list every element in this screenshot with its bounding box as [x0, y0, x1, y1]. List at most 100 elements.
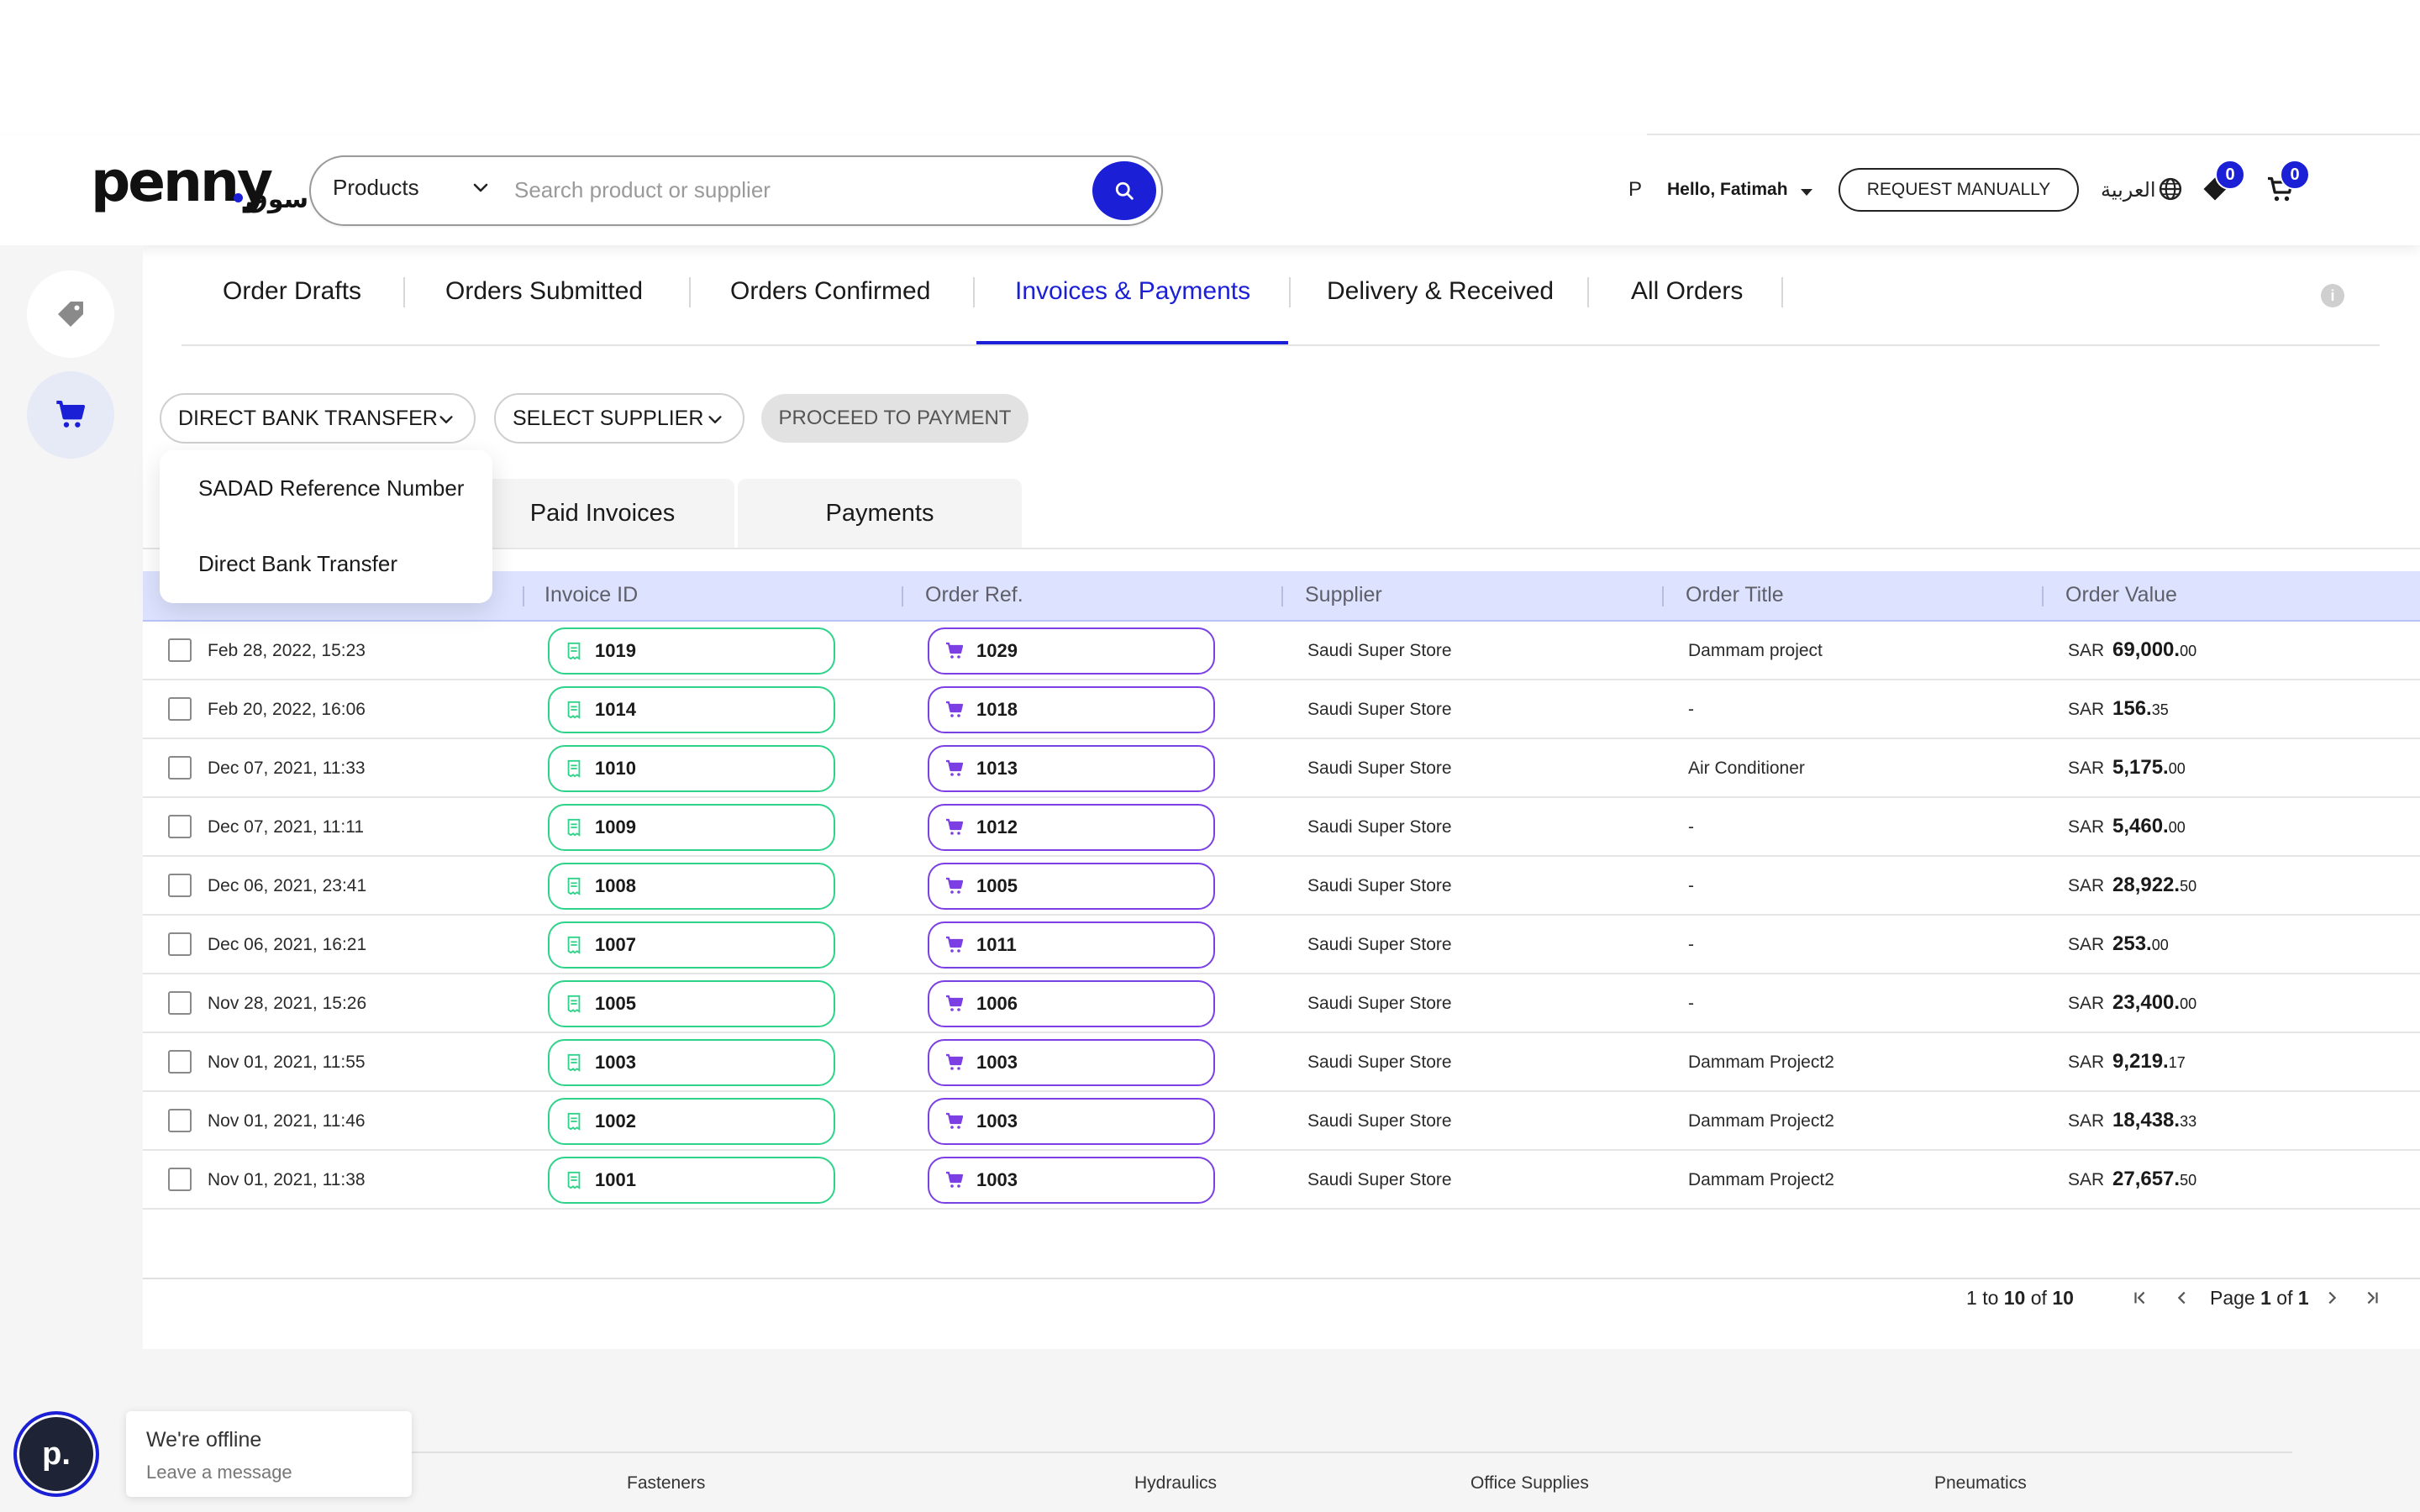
order-ref-pill[interactable]: 1011	[928, 921, 1215, 969]
row-currency: SAR	[2068, 1170, 2105, 1189]
rail-orders-button[interactable]	[27, 371, 114, 459]
next-page-icon[interactable]	[2323, 1289, 2341, 1311]
order-ref: 1005	[976, 875, 1018, 896]
dropdown-option-sadad[interactable]: SADAD Reference Number	[198, 475, 464, 501]
language-switch[interactable]: العربية	[2101, 178, 2156, 202]
first-page-icon[interactable]	[2131, 1289, 2149, 1311]
amount-cents: 00	[2168, 819, 2186, 836]
row-checkbox[interactable]	[168, 932, 192, 956]
amount-main: 253.	[2112, 932, 2152, 955]
column-header-invoice-id[interactable]: Invoice ID	[544, 583, 638, 607]
invoice-id-pill[interactable]: 1019	[548, 627, 835, 675]
invoice-id-pill[interactable]: 1008	[548, 863, 835, 910]
tab-order-drafts[interactable]: Order Drafts	[223, 277, 361, 306]
invoice-id-pill[interactable]: 1001	[548, 1157, 835, 1204]
invoice-id-pill[interactable]: 1009	[548, 804, 835, 851]
receipt-icon	[567, 995, 581, 1013]
chat-avatar[interactable]: p.	[13, 1411, 99, 1497]
order-ref-pill[interactable]: 1003	[928, 1098, 1215, 1145]
chevron-down-icon[interactable]	[471, 178, 491, 202]
row-order-value: 69,000.00	[2112, 638, 2196, 662]
row-checkbox[interactable]	[168, 874, 192, 897]
row-checkbox[interactable]	[168, 1050, 192, 1074]
order-ref-pill[interactable]: 1006	[928, 980, 1215, 1027]
row-checkbox[interactable]	[168, 638, 192, 662]
column-separator	[523, 586, 524, 606]
tab-invoices-payments[interactable]: Invoices & Payments	[1015, 277, 1250, 306]
invoice-id-pill[interactable]: 1007	[548, 921, 835, 969]
invoice-id-pill[interactable]: 1005	[548, 980, 835, 1027]
range-to-word: to	[1982, 1287, 1999, 1309]
proceed-to-payment-button[interactable]: PROCEED TO PAYMENT	[761, 394, 1028, 443]
row-supplier: Saudi Super Store	[1307, 700, 1452, 719]
order-ref-pill[interactable]: 1005	[928, 863, 1215, 910]
invoice-id-pill[interactable]: 1010	[548, 745, 835, 792]
column-header-order-title[interactable]: Order Title	[1686, 583, 1784, 607]
last-page-icon[interactable]	[2363, 1289, 2381, 1311]
footer-category-link[interactable]: Pneumatics	[1934, 1473, 2027, 1494]
column-header-order-ref[interactable]: Order Ref.	[925, 583, 1023, 607]
info-icon[interactable]: i	[2321, 284, 2344, 307]
user-greeting[interactable]: Hello, Fatimah	[1667, 180, 1788, 200]
footer-divider	[252, 1452, 2292, 1453]
row-checkbox[interactable]	[168, 1168, 192, 1191]
invoice-id-pill[interactable]: 1003	[548, 1039, 835, 1086]
request-manually-button[interactable]: REQUEST MANUALLY	[1839, 168, 2079, 212]
user-avatar-initial[interactable]: P	[1628, 178, 1642, 202]
column-separator	[1662, 586, 1664, 606]
row-checkbox[interactable]	[168, 697, 192, 721]
supplier-select[interactable]: SELECT SUPPLIER	[494, 393, 744, 444]
search-category-select[interactable]: Products	[333, 175, 419, 201]
row-order-value: 156.35	[2112, 697, 2169, 721]
invoice-id-pill[interactable]: 1002	[548, 1098, 835, 1145]
amount-main: 27,657.	[2112, 1168, 2181, 1190]
receipt-icon	[567, 642, 581, 660]
tab-orders-confirmed[interactable]: Orders Confirmed	[730, 277, 930, 306]
rail-tag-button[interactable]	[27, 270, 114, 358]
caret-down-icon[interactable]	[1800, 186, 1813, 202]
tab-all-orders[interactable]: All Orders	[1631, 277, 1743, 306]
column-header-supplier[interactable]: Supplier	[1305, 583, 1382, 607]
chat-leave-message[interactable]: Leave a message	[146, 1462, 292, 1483]
row-checkbox[interactable]	[168, 756, 192, 780]
footer-category-link[interactable]: Office Supplies	[1470, 1473, 1589, 1494]
subtab-paid-invoices[interactable]: Paid Invoices	[471, 479, 734, 548]
row-supplier: Saudi Super Store	[1307, 641, 1452, 660]
column-header-order-value[interactable]: Order Value	[2065, 583, 2177, 607]
dropdown-option-direct-bank-transfer[interactable]: Direct Bank Transfer	[198, 551, 397, 577]
payment-method-select[interactable]: DIRECT BANK TRANSFER	[160, 393, 476, 444]
row-order-title: -	[1688, 817, 1694, 837]
page-of-word: of	[2276, 1287, 2293, 1309]
page-current: 1	[2260, 1287, 2271, 1309]
footer-category-link[interactable]: Hydraulics	[1134, 1473, 1217, 1494]
footer-category-link[interactable]: Fasteners	[627, 1473, 705, 1494]
search-button[interactable]	[1092, 161, 1156, 220]
invoice-id: 1019	[595, 640, 636, 661]
chat-widget[interactable]	[126, 1411, 412, 1497]
penny-logo[interactable]: penny	[91, 150, 273, 214]
page-total: 1	[2297, 1287, 2309, 1309]
order-ref: 1003	[976, 1169, 1018, 1190]
row-checkbox[interactable]	[168, 1109, 192, 1132]
subtab-payments[interactable]: Payments	[738, 479, 1022, 548]
invoice-id-pill[interactable]: 1014	[548, 686, 835, 733]
tab-orders-submitted[interactable]: Orders Submitted	[445, 277, 643, 306]
row-checkbox[interactable]	[168, 991, 192, 1015]
row-date: Dec 06, 2021, 16:21	[208, 935, 367, 954]
order-ref-pill[interactable]: 1003	[928, 1039, 1215, 1086]
tab-delivery-received[interactable]: Delivery & Received	[1327, 277, 1554, 306]
row-date: Nov 01, 2021, 11:38	[208, 1170, 366, 1189]
row-checkbox[interactable]	[168, 815, 192, 838]
amount-main: 18,438.	[2112, 1109, 2181, 1131]
order-ref-pill[interactable]: 1029	[928, 627, 1215, 675]
order-ref-pill[interactable]: 1012	[928, 804, 1215, 851]
order-ref-pill[interactable]: 1018	[928, 686, 1215, 733]
search-input[interactable]	[514, 171, 1086, 209]
order-ref-pill[interactable]: 1003	[928, 1157, 1215, 1204]
column-separator	[2042, 586, 2044, 606]
row-order-title: Dammam project	[1688, 641, 1823, 660]
globe-icon[interactable]	[2158, 176, 2183, 206]
order-ref-pill[interactable]: 1013	[928, 745, 1215, 792]
previous-page-icon[interactable]	[2173, 1289, 2191, 1311]
invoice-id: 1003	[595, 1052, 636, 1073]
